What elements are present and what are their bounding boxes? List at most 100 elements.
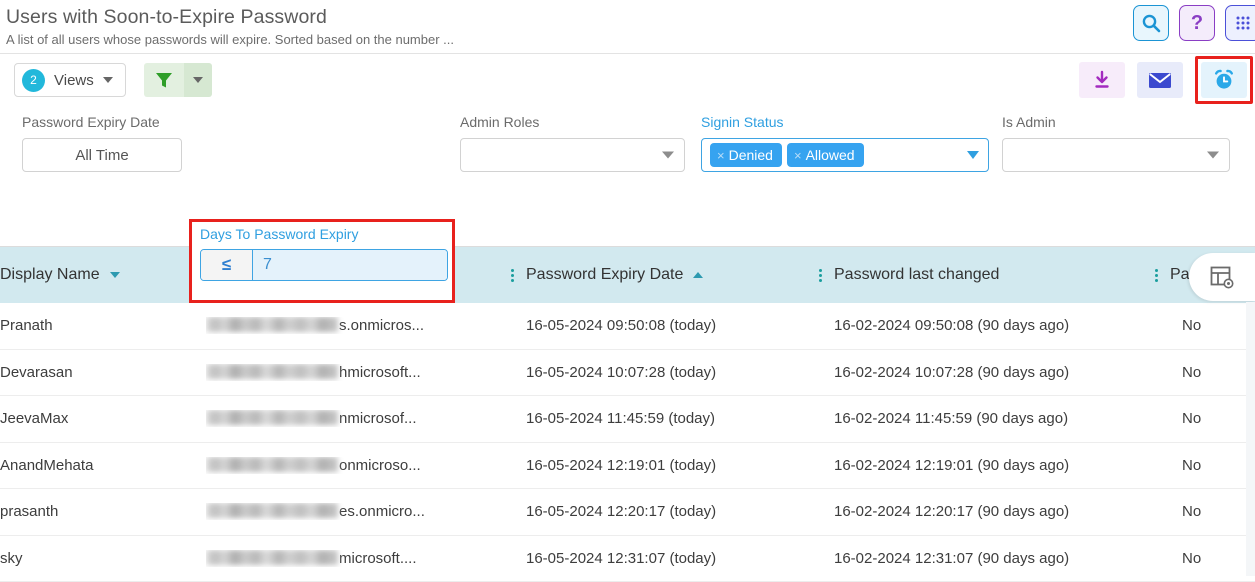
kebab-menu-icon[interactable] xyxy=(511,269,514,282)
question-mark-icon: ? xyxy=(1191,13,1203,33)
table-row[interactable]: Pranath s.onmicros... 16-05-2024 09:50:0… xyxy=(0,303,1255,350)
settings-grid-icon xyxy=(1234,14,1252,32)
signin-status-chip[interactable]: × Denied xyxy=(710,143,782,167)
cell-password-last-changed: 16-02-2024 12:20:17 (90 days ago) xyxy=(834,503,1182,520)
cell-password-expiry-date: 16-05-2024 10:07:28 (today) xyxy=(526,364,834,381)
schedule-button-highlight xyxy=(1195,56,1253,104)
filter-bar: Password Expiry Date All Time Days To Pa… xyxy=(0,106,1255,198)
chevron-down-icon xyxy=(1207,152,1219,159)
upn-suffix: hmicrosoft... xyxy=(339,364,421,381)
cell-display-name: prasanth xyxy=(0,503,206,520)
days-to-password-expiry-control: ≤ 7 xyxy=(200,249,448,281)
cell-password-expiry-date: 16-05-2024 09:50:08 (today) xyxy=(526,317,834,334)
toolbar-actions xyxy=(1079,62,1255,104)
is-admin-select[interactable] xyxy=(1002,138,1230,172)
column-header-password-expiry-date[interactable]: Password Expiry Date xyxy=(526,247,806,303)
signin-status-chip[interactable]: × Allowed xyxy=(787,143,864,167)
download-button[interactable] xyxy=(1079,62,1125,98)
cell-user-principal-name: hmicrosoft... xyxy=(206,364,526,381)
filter-signin-status: Signin Status × Denied × Allowed xyxy=(701,114,989,172)
table-row[interactable]: AnandMehata onmicroso... 16-05-2024 12:1… xyxy=(0,443,1255,490)
download-icon xyxy=(1092,70,1112,90)
cell-user-principal-name: s.onmicros... xyxy=(206,317,526,334)
cell-password-next: No xyxy=(1182,410,1242,427)
filter-dropdown-button[interactable] xyxy=(184,63,212,97)
cell-password-expiry-date: 16-05-2024 12:20:17 (today) xyxy=(526,503,834,520)
filter-label: Admin Roles xyxy=(460,114,685,132)
cell-password-next: No xyxy=(1182,550,1242,567)
views-button[interactable]: 2 Views xyxy=(14,63,126,97)
cell-user-principal-name: microsoft.... xyxy=(206,550,526,567)
cell-display-name: JeevaMax xyxy=(0,410,206,427)
cell-password-last-changed: 16-02-2024 12:31:07 (90 days ago) xyxy=(834,550,1182,567)
password-expiry-date-select[interactable]: All Time xyxy=(22,138,182,172)
admin-roles-select[interactable] xyxy=(460,138,685,172)
cell-display-name: sky xyxy=(0,550,206,567)
filter-button[interactable] xyxy=(144,63,184,97)
column-menu-password-expiry-date[interactable] xyxy=(806,247,834,303)
table-settings-icon xyxy=(1209,264,1235,290)
sort-asc-icon xyxy=(693,272,703,278)
cell-display-name: Devarasan xyxy=(0,364,206,381)
header-icon-group: ? xyxy=(1133,5,1255,41)
column-menu-user-principal-name[interactable] xyxy=(498,247,526,303)
filter-admin-roles: Admin Roles xyxy=(460,114,685,172)
column-header-password-last-changed[interactable]: Password last changed xyxy=(834,247,1142,303)
chip-label: Allowed xyxy=(806,147,855,163)
toolbar: 2 Views xyxy=(0,54,1255,106)
redacted-text xyxy=(206,457,338,472)
cell-password-next: No xyxy=(1182,457,1242,474)
views-count-badge: 2 xyxy=(22,69,45,92)
upn-suffix: es.onmicro... xyxy=(339,503,425,520)
cell-password-last-changed: 16-02-2024 11:45:59 (90 days ago) xyxy=(834,410,1182,427)
table-row[interactable]: sky microsoft.... 16-05-2024 12:31:07 (t… xyxy=(0,536,1255,582)
column-header-label: Password Expiry Date xyxy=(526,266,683,284)
page-subtitle: A list of all users whose passwords will… xyxy=(6,31,1255,49)
chip-label: Denied xyxy=(729,147,773,163)
search-button[interactable] xyxy=(1133,5,1169,41)
cell-password-expiry-date: 16-05-2024 12:19:01 (today) xyxy=(526,457,834,474)
envelope-icon xyxy=(1148,71,1172,90)
filter-value: All Time xyxy=(75,147,128,164)
cell-password-last-changed: 16-02-2024 10:07:28 (90 days ago) xyxy=(834,364,1182,381)
table-settings-button[interactable] xyxy=(1189,253,1255,301)
upn-suffix: onmicroso... xyxy=(339,457,421,474)
column-menu-password-last-changed[interactable] xyxy=(1142,247,1170,303)
redacted-text xyxy=(206,317,338,332)
cell-user-principal-name: nmicrosof... xyxy=(206,410,526,427)
views-button-label: Views xyxy=(54,72,94,89)
vertical-scrollbar[interactable] xyxy=(1246,302,1255,576)
days-to-password-expiry-input[interactable]: 7 xyxy=(253,250,447,280)
kebab-menu-icon[interactable] xyxy=(819,269,822,282)
search-icon xyxy=(1141,13,1161,33)
kebab-menu-icon[interactable] xyxy=(1155,269,1158,282)
upn-suffix: nmicrosof... xyxy=(339,410,417,427)
cell-password-next: No xyxy=(1182,364,1242,381)
filter-label: Is Admin xyxy=(1002,114,1230,132)
filter-button-group xyxy=(144,63,212,97)
signin-status-multiselect[interactable]: × Denied × Allowed xyxy=(701,138,989,172)
schedule-button[interactable] xyxy=(1201,62,1247,98)
upn-suffix: s.onmicros... xyxy=(339,317,424,334)
chip-remove-icon[interactable]: × xyxy=(794,148,802,163)
table-body: Pranath s.onmicros... 16-05-2024 09:50:0… xyxy=(0,303,1255,582)
cell-password-last-changed: 16-02-2024 09:50:08 (90 days ago) xyxy=(834,317,1182,334)
table-row[interactable]: JeevaMax nmicrosof... 16-05-2024 11:45:5… xyxy=(0,396,1255,443)
filter-label: Days To Password Expiry xyxy=(200,226,358,242)
column-header-label: Display Name xyxy=(0,266,100,284)
page-header: Users with Soon-to-Expire Password A lis… xyxy=(0,0,1255,54)
apps-settings-button[interactable] xyxy=(1225,5,1255,41)
upn-suffix: microsoft.... xyxy=(339,550,417,567)
comparison-operator-button[interactable]: ≤ xyxy=(201,250,253,280)
table-row[interactable]: Devarasan hmicrosoft... 16-05-2024 10:07… xyxy=(0,350,1255,397)
table-row[interactable]: prasanth es.onmicro... 16-05-2024 12:20:… xyxy=(0,489,1255,536)
page-title: Users with Soon-to-Expire Password xyxy=(6,4,1255,30)
chip-remove-icon[interactable]: × xyxy=(717,148,725,163)
help-button[interactable]: ? xyxy=(1179,5,1215,41)
cell-display-name: AnandMehata xyxy=(0,457,206,474)
cell-password-expiry-date: 16-05-2024 11:45:59 (today) xyxy=(526,410,834,427)
email-button[interactable] xyxy=(1137,62,1183,98)
cell-password-expiry-date: 16-05-2024 12:31:07 (today) xyxy=(526,550,834,567)
filter-password-expiry-date: Password Expiry Date All Time xyxy=(22,114,182,172)
column-header-display-name[interactable]: Display Name xyxy=(0,247,178,303)
